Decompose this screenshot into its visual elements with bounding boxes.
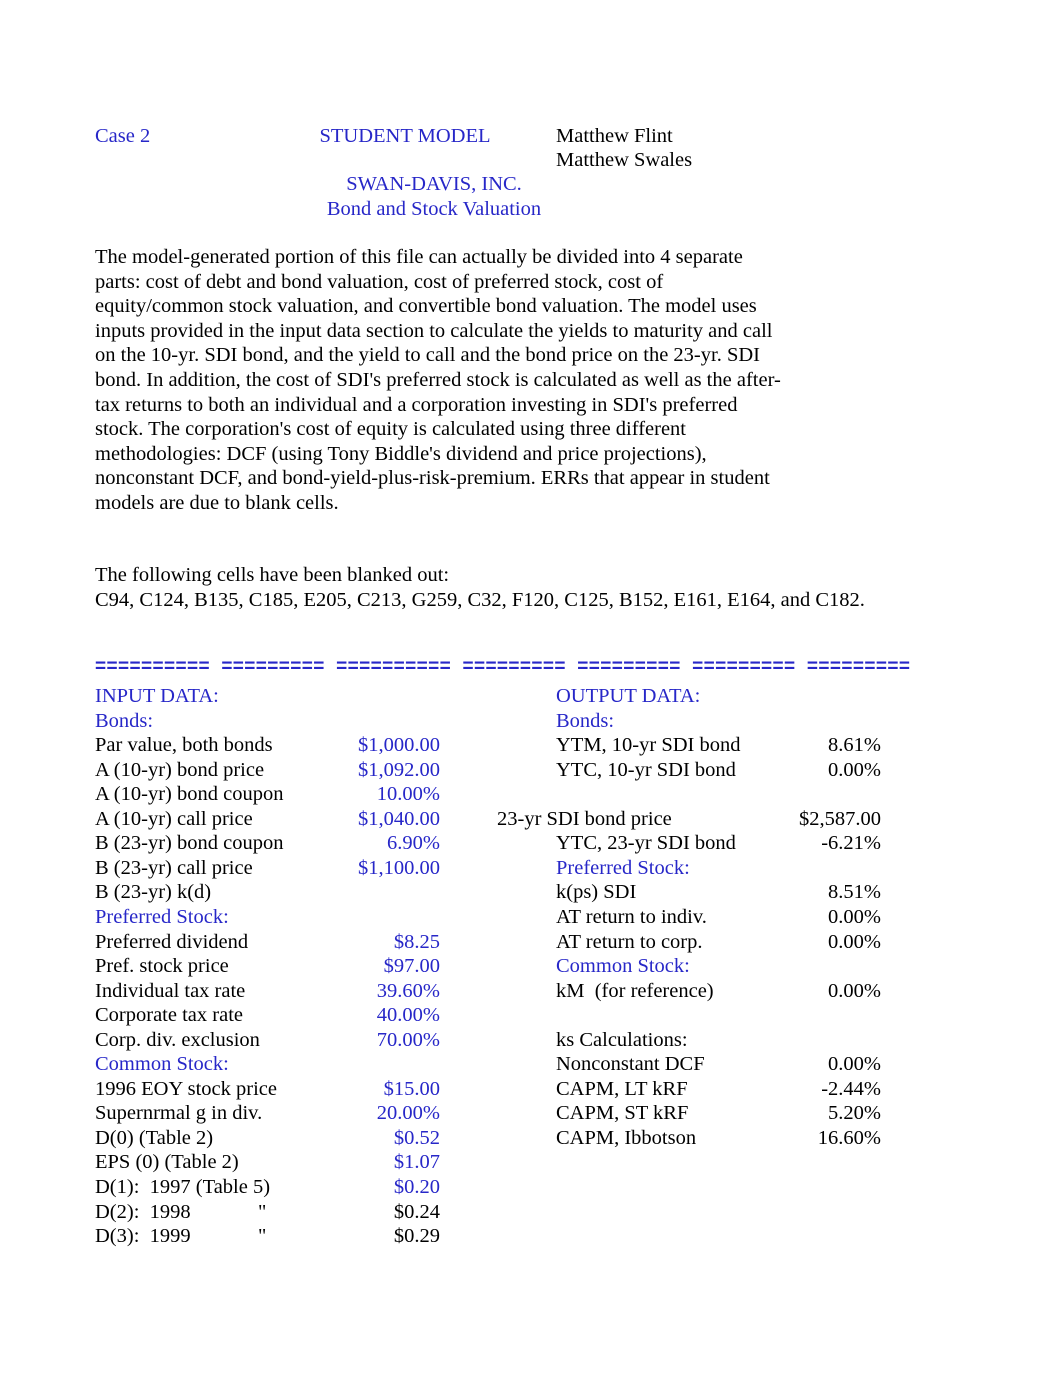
data-tables: INPUT DATA: OUTPUT DATA: Bonds: Bonds: Par v… (0, 0, 1062, 1377)
row-label: A (10-yr) call price (95, 807, 253, 830)
row-label: CAPM, Ibbotson (556, 1126, 697, 1149)
row-label: B (23-yr) k(d) (95, 881, 212, 904)
input-value[interactable]: $0.29 (240, 1224, 440, 1249)
group-heading: Preferred Stock: (95, 905, 229, 928)
table-row: A (10-yr) call price $1,040.00 23-yr SDI b… (0, 807, 1062, 832)
row-label: D(2): 1998 (95, 1200, 191, 1223)
row-label: Supernrmal g in div. (95, 1102, 263, 1125)
table-row: 1996 EOY stock price $15.00 CAPM, LT kRF -2… (0, 1077, 1062, 1102)
row-label: EPS (0) (Table 2) (95, 1151, 239, 1174)
table-row: Common Stock: Nonconstant DCF 0.00% (0, 1052, 1062, 1077)
row-label: B (23-yr) call price (95, 856, 253, 879)
input-value[interactable]: $0.24 (240, 1200, 440, 1225)
table-row: D(1): 1997 (Table 5) $0.20 (0, 1175, 1062, 1200)
input-value[interactable]: 6.90% (240, 831, 440, 856)
input-value[interactable]: $15.00 (240, 1077, 440, 1102)
table-row: D(3): 1999 " $0.29 (0, 1224, 1062, 1249)
input-section-title: INPUT DATA: (95, 685, 219, 707)
output-value: -2.44% (821, 1077, 881, 1100)
row-label: Pref. stock price (95, 955, 229, 978)
table-row: Pref. stock price $97.00 Common Stock: (0, 954, 1062, 979)
output-value: 0.00% (828, 930, 881, 953)
row-label: ks Calculations: (556, 1028, 688, 1051)
table-row: Individual tax rate 39.60% kM (for referen… (0, 979, 1062, 1004)
input-value[interactable]: $0.52 (240, 1126, 440, 1151)
row-label: 23-yr SDI bond price (497, 807, 672, 830)
input-value[interactable]: $1,092.00 (240, 758, 440, 783)
output-value: 5.20% (828, 1102, 881, 1125)
row-label: D(0) (Table 2) (95, 1126, 214, 1149)
table-row: Corp. div. exclusion 70.00% ks Calculation… (0, 1028, 1062, 1053)
row-label: D(3): 1999 (95, 1225, 191, 1248)
table-row: D(2): 1998 " $0.24 (0, 1200, 1062, 1225)
table-row: Preferred Stock: AT return to indiv. 0.00% (0, 905, 1062, 930)
document-page: Case 2 STUDENT MODEL Matthew Flint Matth… (0, 0, 1062, 1377)
output-value: 16.60% (817, 1126, 881, 1149)
row-label: k(ps) SDI (556, 881, 637, 904)
input-value[interactable]: 10.00% (240, 782, 440, 807)
row-label: CAPM, LT kRF (556, 1077, 688, 1100)
output-value: $2,587.00 (799, 807, 881, 830)
row-label: CAPM, ST kRF (556, 1102, 689, 1125)
table-row: Corporate tax rate 40.00% (0, 1003, 1062, 1028)
row-label: Individual tax rate (95, 979, 246, 1002)
input-value[interactable]: $1,100.00 (240, 856, 440, 881)
row-label: Corp. div. exclusion (95, 1028, 260, 1051)
input-value[interactable]: 39.60% (240, 979, 440, 1004)
input-value[interactable]: $1.07 (240, 1150, 440, 1175)
table-row: B (23-yr) bond coupon 6.90% YTC, 23-yr SDI… (0, 831, 1062, 856)
output-value: 0.00% (828, 758, 881, 781)
group-heading: Common Stock: (95, 1053, 229, 1076)
group-heading: Common Stock: (556, 955, 690, 978)
input-value[interactable]: $1,040.00 (240, 807, 440, 832)
output-value: 8.61% (828, 734, 881, 757)
table-row: INPUT DATA: OUTPUT DATA: (0, 684, 1062, 709)
table-row: B (23-yr) k(d) k(ps) SDI 8.51% (0, 880, 1062, 905)
table-row: Supernrmal g in div. 20.00% CAPM, ST kRF 5.… (0, 1101, 1062, 1126)
row-label: A (10-yr) bond price (95, 758, 265, 781)
input-value[interactable]: 40.00% (240, 1003, 440, 1028)
output-value: -6.21% (821, 832, 881, 855)
table-row: A (10-yr) bond coupon 10.00% (0, 782, 1062, 807)
input-value[interactable]: $0.20 (240, 1175, 440, 1200)
input-value[interactable]: 70.00% (240, 1028, 440, 1053)
input-value[interactable]: $1,000.00 (240, 733, 440, 758)
table-row: B (23-yr) call price $1,100.00 Preferred S… (0, 856, 1062, 881)
row-label: Corporate tax rate (95, 1004, 243, 1027)
group-heading: Preferred Stock: (556, 856, 690, 879)
output-section-title: OUTPUT DATA: (556, 685, 701, 707)
output-value: 0.00% (828, 1053, 881, 1076)
group-heading: Bonds: (556, 709, 615, 732)
table-row: Par value, both bonds $1,000.00 YTM, 10-yr… (0, 733, 1062, 758)
output-value: 0.00% (828, 905, 881, 928)
group-heading: Bonds: (95, 709, 154, 732)
row-label: Preferred dividend (95, 930, 249, 953)
output-value: 8.51% (828, 881, 881, 904)
table-row: D(0) (Table 2) $0.52 CAPM, Ibbotson 16.60% (0, 1126, 1062, 1151)
table-row: EPS (0) (Table 2) $1.07 (0, 1150, 1062, 1175)
table-row: Preferred dividend $8.25 AT return to corp… (0, 930, 1062, 955)
table-row: A (10-yr) bond price $1,092.00 YTC, 10-yr … (0, 758, 1062, 783)
input-value[interactable]: $8.25 (240, 930, 440, 955)
table-row: Bonds: Bonds: (0, 709, 1062, 734)
input-value[interactable]: 20.00% (240, 1101, 440, 1126)
output-value: 0.00% (828, 979, 881, 1002)
input-value[interactable]: $97.00 (240, 954, 440, 979)
